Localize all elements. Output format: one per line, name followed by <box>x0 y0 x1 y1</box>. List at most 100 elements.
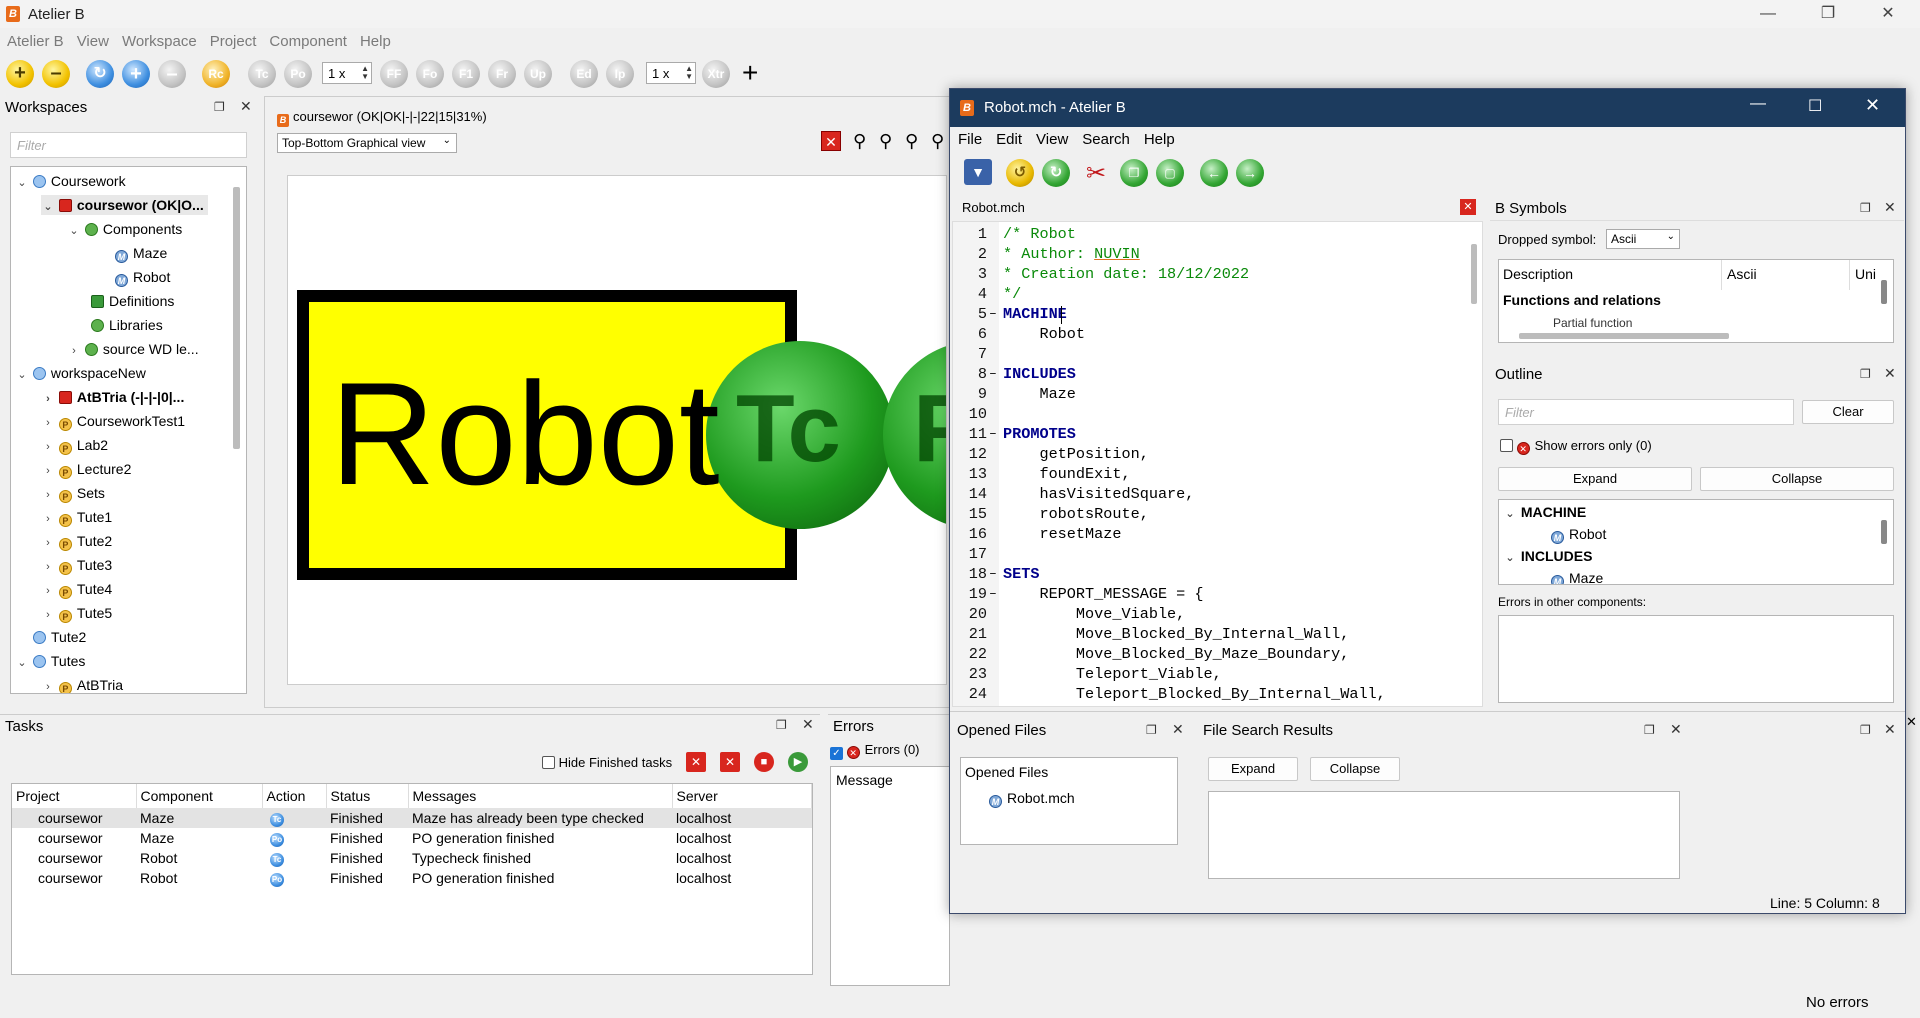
code-editor[interactable]: 1234567891011121314151617181920212223242… <box>952 221 1483 707</box>
checkbox-icon[interactable] <box>542 756 555 769</box>
bsymbols-hscrollbar[interactable] <box>1519 333 1729 339</box>
tree-item-source[interactable]: › source WD le... <box>67 339 198 361</box>
expand-arrow-icon[interactable]: › <box>67 341 81 361</box>
float-panel-icon[interactable]: ❐ <box>1860 201 1871 215</box>
menu-edit[interactable]: Edit <box>996 131 1022 148</box>
expand-button[interactable]: Expand <box>1208 757 1298 781</box>
right-edge-panel-control[interactable]: ✕ <box>1906 714 1920 744</box>
collapse-arrow-icon[interactable]: ⌄ <box>15 365 29 385</box>
expand-arrow-icon[interactable]: › <box>41 389 55 409</box>
code-scrollbar[interactable] <box>1471 244 1477 304</box>
restore-icon[interactable]: ❐ <box>1800 0 1856 28</box>
up-icon[interactable]: Up <box>524 60 552 88</box>
back-icon[interactable]: ← <box>1200 159 1228 187</box>
zoom-out-icon[interactable]: ⚲ <box>879 131 892 152</box>
tree-item-project[interactable]: › P Tute4 <box>41 579 112 599</box>
minimize-icon[interactable]: — <box>1740 0 1796 28</box>
bsymbols-vscrollbar[interactable] <box>1881 280 1887 304</box>
tree-item-project[interactable]: › P Lab2 <box>41 435 108 455</box>
ff-icon[interactable]: FF <box>380 60 408 88</box>
crosshair-icon[interactable]: + <box>742 58 758 88</box>
errors-filter-checkbox[interactable]: ✓ ✕ Errors (0) <box>830 742 920 760</box>
close-panel-icon[interactable]: ✕ <box>1884 365 1896 382</box>
tree-item-project[interactable]: › P Tute1 <box>41 507 112 527</box>
symbol-group-label[interactable]: Functions and relations <box>1503 292 1661 308</box>
tree-item-coursewor[interactable]: ⌄ coursewor (OK|O... <box>41 195 208 215</box>
collapse-arrow-icon[interactable]: ⌄ <box>1503 504 1517 524</box>
clear-button[interactable]: Clear <box>1802 400 1894 424</box>
collapse-arrow-icon[interactable]: ⌄ <box>15 653 29 673</box>
add-icon[interactable]: + <box>6 60 34 88</box>
xtr-icon[interactable]: Xtr <box>702 60 730 88</box>
expand-arrow-icon[interactable]: › <box>41 557 55 577</box>
tree-item-project[interactable]: › P Lecture2 <box>41 459 131 479</box>
expand-arrow-icon[interactable]: › <box>41 437 55 457</box>
expand-button[interactable]: Expand <box>1498 467 1692 491</box>
typecheck-icon[interactable]: Tc <box>248 60 276 88</box>
col-messages[interactable]: Messages <box>408 784 673 808</box>
fr-icon[interactable]: Fr <box>488 60 516 88</box>
close-panel-icon[interactable]: ✕ <box>240 98 252 115</box>
stepper-arrows-icon[interactable]: ▲ ▼ <box>361 65 369 81</box>
checkbox-icon[interactable] <box>1500 439 1513 452</box>
tree-item-maze[interactable]: M Maze <box>115 243 167 263</box>
float-panel-icon[interactable]: ❐ <box>1146 723 1157 737</box>
clear-all-icon[interactable]: ✕ <box>720 752 740 772</box>
tree-item-definitions[interactable]: Definitions <box>91 291 174 311</box>
f1-icon[interactable]: F1 <box>452 60 480 88</box>
close-tab-icon[interactable]: ✕ <box>1460 199 1476 215</box>
tree-item-libraries[interactable]: Libraries <box>91 315 163 335</box>
fold-marker-icon[interactable]: – <box>989 564 997 584</box>
stop-icon[interactable]: ■ <box>754 752 774 772</box>
close-panel-icon[interactable]: ✕ <box>1670 721 1682 738</box>
col-ascii[interactable]: Ascii <box>1727 266 1757 282</box>
tree-item-tute2-workspace[interactable]: Tute2 <box>33 627 86 647</box>
graph-view-select[interactable]: Top-Bottom Graphical view ⌄ <box>277 133 457 153</box>
ed-icon[interactable]: Ed <box>570 60 598 88</box>
tree-item-coursework[interactable]: ⌄ Coursework <box>15 171 125 191</box>
col-server[interactable]: Server <box>672 784 812 808</box>
collapse-button[interactable]: Collapse <box>1700 467 1894 491</box>
collapse-arrow-icon[interactable]: ⌄ <box>41 197 55 217</box>
graph-tab[interactable]: Bcoursewor (OK|OK|-|-|22|15|31%) <box>277 109 487 127</box>
float-panel-icon[interactable]: ❐ <box>1860 723 1871 737</box>
expand-arrow-icon[interactable]: › <box>41 509 55 529</box>
checkbox-icon[interactable]: ✓ <box>830 747 843 760</box>
table-row[interactable]: coursewor Robot Po Finished PO generatio… <box>12 868 812 888</box>
fold-marker-icon[interactable]: – <box>989 304 997 324</box>
outline-item-robot[interactable]: M Robot <box>1551 524 1606 544</box>
expand-arrow-icon[interactable]: › <box>41 605 55 625</box>
menu-project[interactable]: Project <box>203 30 263 50</box>
float-panel-icon[interactable]: ❐ <box>1860 367 1871 381</box>
graph-close-icon[interactable]: ✕ <box>821 131 841 151</box>
close-panel-icon[interactable]: ✕ <box>1884 721 1896 738</box>
redo-icon[interactable]: ↻ <box>1042 159 1070 187</box>
expand-arrow-icon[interactable]: › <box>41 413 55 433</box>
zoom-reset-icon[interactable]: ⚲ <box>931 131 944 152</box>
clear-finished-icon[interactable]: ✕ <box>686 752 706 772</box>
expand-arrow-icon[interactable]: › <box>41 461 55 481</box>
close-panel-icon[interactable]: ✕ <box>802 716 814 733</box>
zoom-stepper-1[interactable]: 1 x ▲ ▼ <box>322 62 372 84</box>
float-panel-icon[interactable]: ❐ <box>776 718 787 732</box>
remove-component-icon[interactable]: – <box>158 60 186 88</box>
tree-item-atbtria[interactable]: › AtBTria (-|-|-|0|... <box>41 387 184 407</box>
menu-view[interactable]: View <box>1036 131 1068 148</box>
expand-arrow-icon[interactable]: › <box>41 533 55 553</box>
col-component[interactable]: Component <box>136 784 263 808</box>
tree-item-project[interactable]: › P Sets <box>41 483 105 503</box>
expand-arrow-icon[interactable]: › <box>41 677 55 693</box>
col-action[interactable]: Action <box>262 784 327 808</box>
float-panel-icon[interactable]: ❐ <box>1644 723 1655 737</box>
outline-item-includes[interactable]: ⌄ INCLUDES <box>1503 546 1592 566</box>
close-icon[interactable]: ✕ <box>1865 95 1880 116</box>
symbol-row[interactable]: Partial function <box>1553 316 1632 330</box>
table-row[interactable]: coursewor Maze Tc Finished Maze has alre… <box>12 808 812 828</box>
tree-item-tutes[interactable]: ⌄ Tutes <box>15 651 85 671</box>
collapse-button[interactable]: Collapse <box>1310 757 1400 781</box>
menu-file[interactable]: File <box>958 131 982 148</box>
po-generate-icon[interactable]: Po <box>284 60 312 88</box>
fold-marker-icon[interactable]: – <box>989 584 997 604</box>
copy-icon[interactable]: ❐ <box>1120 159 1148 187</box>
close-panel-icon[interactable]: ✕ <box>1172 721 1184 738</box>
